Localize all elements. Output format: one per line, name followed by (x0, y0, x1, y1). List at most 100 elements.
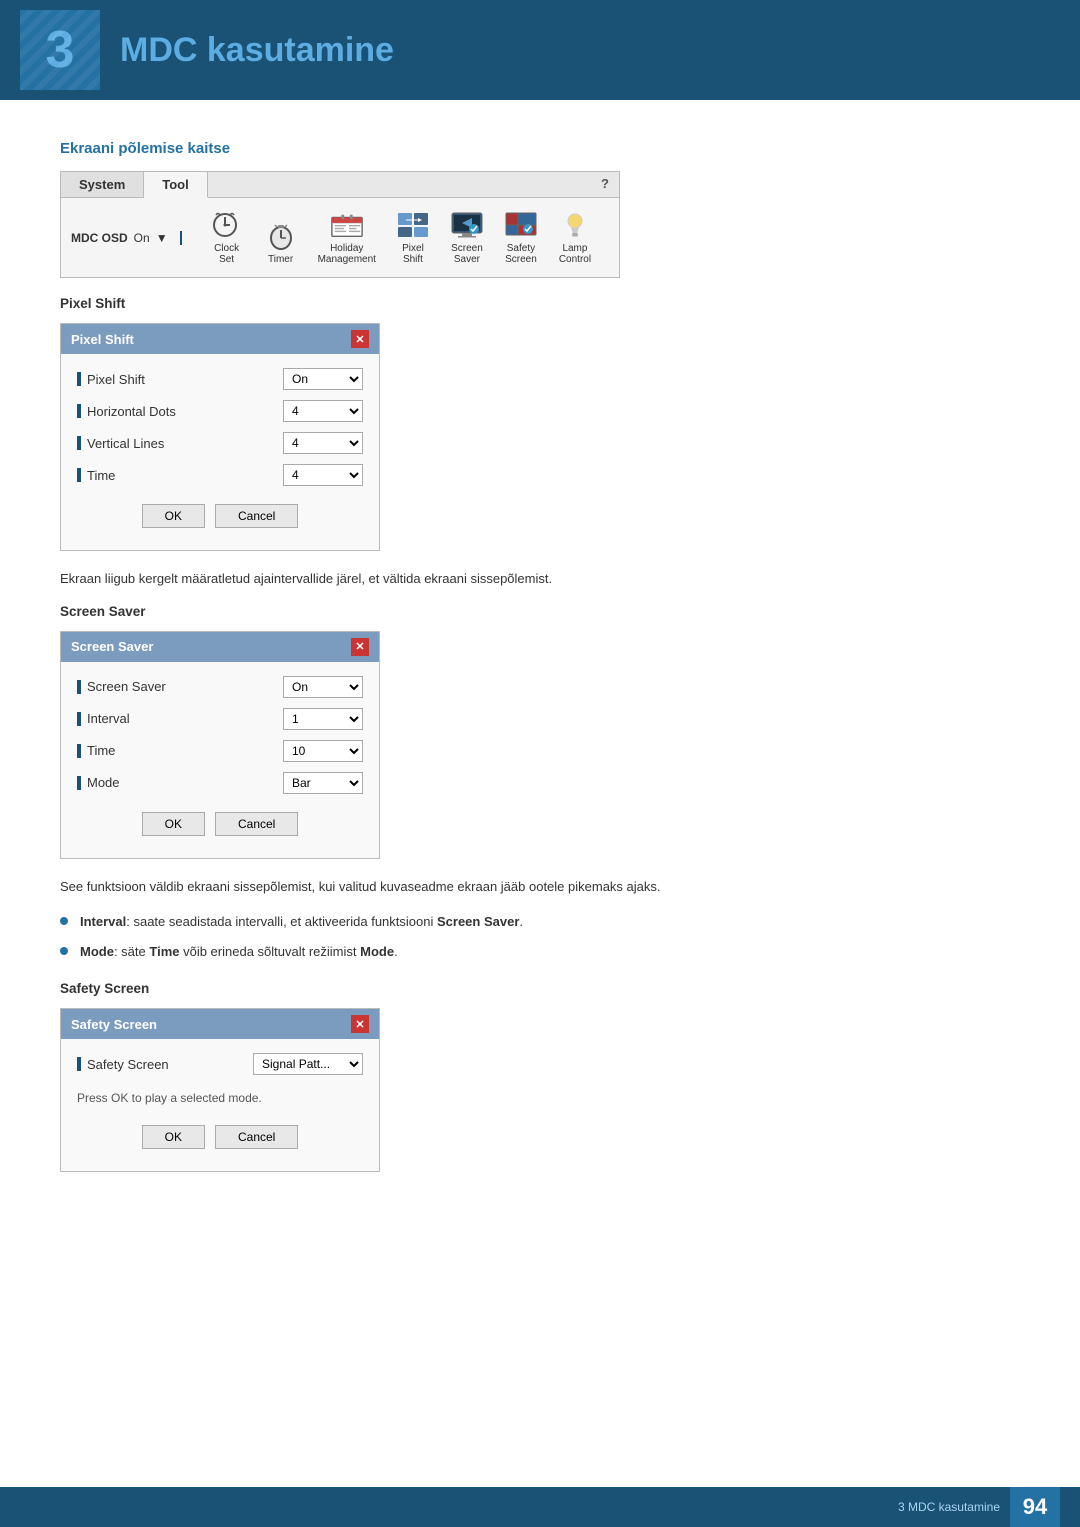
mdc-osd-row: MDC OSD On ▼ (71, 231, 182, 245)
toolbar-icon-safety-screen[interactable]: SafetyScreen (496, 206, 546, 269)
pixel-shift-title-bar: Pixel Shift ✕ (61, 324, 379, 354)
toolbar-icon-lamp-control[interactable]: LampControl (550, 206, 600, 269)
pixel-shift-cancel-button[interactable]: Cancel (215, 504, 298, 528)
safety-screen-ok-button[interactable]: OK (142, 1125, 205, 1149)
section1-heading: Ekraani põlemise kaitse (60, 140, 1020, 157)
footer-text: 3 MDC kasutamine (898, 1500, 1000, 1514)
pixel-shift-heading: Pixel Shift (60, 296, 1020, 311)
screen-saver-row-1-label: Interval (77, 711, 283, 726)
screen-saver-icon (450, 210, 484, 240)
pixel-shift-body-text: Ekraan liigub kergelt määratletud ajaint… (60, 569, 1020, 590)
screen-saver-row-0-label: Screen Saver (77, 679, 283, 694)
time-select[interactable]: 4123 (283, 464, 363, 486)
toolbar-icon-timer[interactable]: Timer (256, 217, 306, 269)
row-indicator (77, 436, 81, 450)
pixel-shift-buttons: OK Cancel (77, 496, 363, 540)
pixel-shift-row-1-label: Horizontal Dots (77, 404, 283, 419)
page-header: 3 MDC kasutamine (0, 0, 1080, 100)
safety-screen-icon (504, 210, 538, 240)
screen-saver-close-button[interactable]: ✕ (351, 638, 369, 656)
tab-system[interactable]: System (61, 172, 144, 197)
chapter-number: 3 (20, 10, 100, 90)
safety-screen-dialog: Safety Screen ✕ Safety Screen Signal Pat… (60, 1008, 380, 1172)
safety-screen-body: Safety Screen Signal Patt...All WhiteScr… (61, 1039, 379, 1171)
screen-saver-dialog-title: Screen Saver (71, 639, 153, 654)
pixel-shift-row-3-label: Time (77, 468, 283, 483)
interval-select[interactable]: 123 (283, 708, 363, 730)
row-indicator (77, 744, 81, 758)
safety-screen-close-button[interactable]: ✕ (351, 1015, 369, 1033)
label-safety-screen: Safety Screen (87, 1057, 169, 1072)
clock-set-label: ClockSet (214, 243, 239, 265)
bullet-interval: Interval: saate seadistada intervalli, e… (60, 912, 1020, 933)
toolbar-box: System Tool ? MDC OSD On ▼ (60, 171, 620, 278)
safety-screen-row-0-label: Safety Screen (77, 1057, 253, 1072)
row-indicator (77, 712, 81, 726)
bullet-dot (60, 917, 68, 925)
ss-time-select[interactable]: 1051520 (283, 740, 363, 762)
footer-page-number: 94 (1010, 1487, 1060, 1527)
holiday-label: HolidayManagement (318, 243, 376, 265)
row-indicator (77, 776, 81, 790)
vert-lines-select[interactable]: 4123 (283, 432, 363, 454)
horiz-dots-select[interactable]: 4123 (283, 400, 363, 422)
tab-tool[interactable]: Tool (144, 172, 207, 198)
toolbar-icon-clock-set[interactable]: ClockSet (202, 206, 252, 269)
screen-saver-title-bar: Screen Saver ✕ (61, 632, 379, 662)
bullet-mode: Mode: säte Time võib erineda sõltuvalt r… (60, 942, 1020, 963)
pixel-shift-dialog: Pixel Shift ✕ Pixel Shift OnOff Horizont… (60, 323, 380, 551)
row-indicator (77, 1057, 81, 1071)
safety-screen-title-bar: Safety Screen ✕ (61, 1009, 379, 1039)
mdc-osd-dropdown-icon[interactable]: ▼ (156, 231, 168, 245)
main-content: Ekraani põlemise kaitse System Tool ? MD… (0, 100, 1080, 1250)
label-screen-saver: Screen Saver (87, 679, 166, 694)
pixel-shift-icon (396, 210, 430, 240)
bullet-mode-text: Mode: säte Time võib erineda sõltuvalt r… (80, 942, 398, 963)
row-indicator (77, 404, 81, 418)
toolbar-content: MDC OSD On ▼ (61, 198, 619, 277)
mdc-osd-value: On (134, 231, 150, 245)
pixel-shift-body: Pixel Shift OnOff Horizontal Dots 4123 (61, 354, 379, 550)
safety-screen-row-0: Safety Screen Signal Patt...All WhiteScr… (77, 1053, 363, 1075)
pixel-shift-close-button[interactable]: ✕ (351, 330, 369, 348)
safety-screen-heading: Safety Screen (60, 981, 1020, 996)
safety-screen-cancel-button[interactable]: Cancel (215, 1125, 298, 1149)
row-indicator (77, 680, 81, 694)
pixel-shift-dialog-title: Pixel Shift (71, 332, 134, 347)
safety-screen-value-select[interactable]: Signal Patt...All WhiteScroll (253, 1053, 363, 1075)
safety-screen-label: SafetyScreen (505, 243, 537, 265)
timer-icon (264, 221, 298, 251)
screen-saver-body-text: See funktsioon väldib ekraani sissepõlem… (60, 877, 1020, 898)
pixel-shift-label: PixelShift (402, 243, 424, 265)
label-ss-time: Time (87, 743, 115, 758)
safety-screen-buttons: OK Cancel (77, 1117, 363, 1161)
pixel-shift-row-2: Vertical Lines 4123 (77, 432, 363, 454)
toolbar-icon-pixel-shift[interactable]: PixelShift (388, 206, 438, 269)
mode-select[interactable]: BarPixel (283, 772, 363, 794)
pixel-shift-value-select[interactable]: OnOff (283, 368, 363, 390)
label-time: Time (87, 468, 115, 483)
screen-saver-heading: Screen Saver (60, 604, 1020, 619)
label-horiz-dots: Horizontal Dots (87, 404, 176, 419)
holiday-icon (330, 210, 364, 240)
screen-saver-ok-button[interactable]: OK (142, 812, 205, 836)
screen-saver-row-2: Time 1051520 (77, 740, 363, 762)
pixel-shift-ok-button[interactable]: OK (142, 504, 205, 528)
help-icon[interactable]: ? (591, 172, 619, 197)
pixel-shift-row-0-label: Pixel Shift (77, 372, 283, 387)
bullet-dot (60, 947, 68, 955)
toolbar-icon-holiday[interactable]: HolidayManagement (310, 206, 384, 269)
pixel-shift-row-0: Pixel Shift OnOff (77, 368, 363, 390)
mdc-osd-label: MDC OSD (71, 231, 128, 245)
toolbar-icon-screen-saver[interactable]: ScreenSaver (442, 206, 492, 269)
screen-saver-value-select[interactable]: OnOff (283, 676, 363, 698)
safety-screen-dialog-title: Safety Screen (71, 1017, 157, 1032)
screen-saver-label: ScreenSaver (451, 243, 483, 265)
label-interval: Interval (87, 711, 130, 726)
row-indicator (77, 372, 81, 386)
label-pixel-shift: Pixel Shift (87, 372, 145, 387)
lamp-control-label: LampControl (559, 243, 591, 265)
screen-saver-cancel-button[interactable]: Cancel (215, 812, 298, 836)
screen-saver-row-3: Mode BarPixel (77, 772, 363, 794)
toolbar-tabs: System Tool ? (61, 172, 619, 198)
